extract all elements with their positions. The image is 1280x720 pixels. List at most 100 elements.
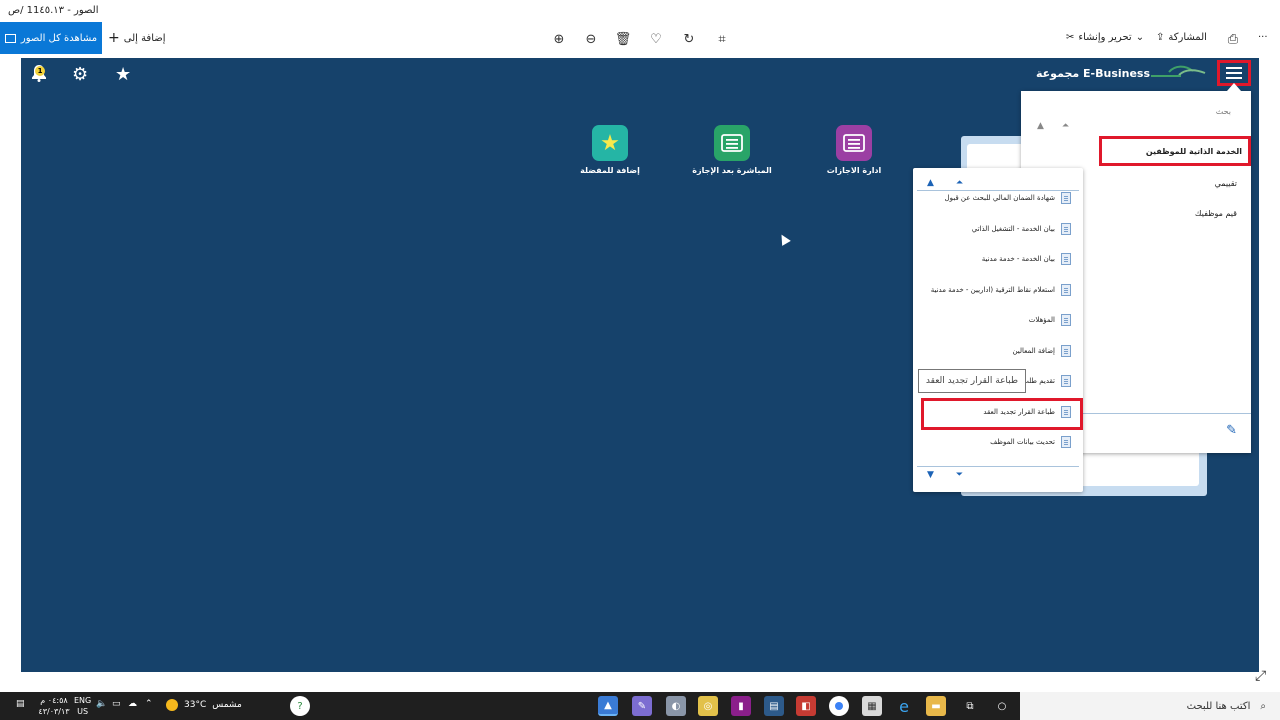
tile-add-favorite[interactable]: ★ إضافة للمفضلة [555, 125, 665, 175]
paint-app-icon[interactable]: ✎ [632, 696, 652, 716]
document-icon [1061, 436, 1071, 448]
submenu-item-print-contract-renewal[interactable]: طباعة القرار تجديد العقد [983, 406, 1071, 418]
scroll-bottom-icon[interactable]: ⏷ [956, 470, 963, 480]
brand-name: مجموعة E-Business [1036, 67, 1151, 80]
item-tooltip: طباعة القرار تجديد العقد [918, 369, 1026, 393]
onedrive-cloud-icon[interactable]: ☁ [128, 699, 137, 709]
tile-return-after-leave[interactable]: المباشرة بعد الإجازة [677, 125, 787, 175]
calculator-icon[interactable]: ▦ [862, 696, 882, 716]
fullscreen-expand-icon[interactable]: ⤢ [1255, 668, 1266, 684]
photos-viewer-window: الصور - 11٤٥.١٣ /ص مشاهدة كل الصور + إضا… [0, 0, 1280, 720]
viewer-toolbar: مشاهدة كل الصور + إضافة إلى ⊕ ⊖ 🗑 ♡ ↻ ⌗ … [0, 22, 1280, 58]
submenu-item[interactable]: استعلام نقاط الترقية (اداريين - خدمة مدن… [931, 284, 1071, 296]
rotate-icon[interactable]: ↻ [680, 30, 698, 48]
document-icon [1061, 314, 1071, 326]
panel-caret [1227, 83, 1241, 91]
favorites-star-icon[interactable]: ★ [115, 64, 131, 85]
taskbar-search-box[interactable]: اكتب هنا للبحث ⌕ [1020, 692, 1280, 720]
file-explorer-icon[interactable]: ▬ [926, 696, 946, 716]
nav-item-employee-self-service[interactable]: الخدمة الذاتية للموظفين [1099, 136, 1251, 166]
edit-create-button[interactable]: ✂ تحرير وإنشاء ⌄ [1066, 32, 1144, 43]
tile-leave-management[interactable]: ادارة الاجازات [799, 125, 909, 175]
list-document-icon [836, 125, 872, 161]
crop-icon[interactable]: ⌗ [713, 30, 731, 48]
submenu-item[interactable]: شهادة الضمان المالي للبحث عن قبول [945, 192, 1071, 204]
edit-tools-icon: ✂ [1066, 32, 1075, 43]
app-icon[interactable]: ◧ [796, 696, 816, 716]
document-icon [1061, 284, 1071, 296]
nav-item-my-evaluation[interactable]: تقييمي [1215, 179, 1237, 188]
delete-icon[interactable]: 🗑 [614, 30, 632, 48]
submenu-item[interactable]: المؤهلات [1029, 314, 1071, 326]
zoom-in-icon[interactable]: ⊕ [550, 30, 568, 48]
settings-gear-icon[interactable]: ⚙ [72, 64, 88, 85]
task-view-icon[interactable]: ⧉ [960, 696, 980, 716]
volume-icon[interactable]: 🔈 [96, 699, 107, 709]
document-icon [1061, 345, 1071, 357]
help-icon[interactable]: ? [290, 696, 310, 716]
notifications-bell-icon[interactable]: 1 [31, 64, 47, 87]
tile-label: ادارة الاجازات [826, 166, 882, 175]
scroll-up-icon[interactable]: ▲ [927, 178, 934, 188]
favorite-heart-icon[interactable]: ♡ [647, 30, 665, 48]
print-icon[interactable]: ⎙ [1224, 30, 1242, 48]
system-clock[interactable]: ٠٤:٥٨ م ٤٣/٠٣/١٣ [36, 695, 72, 717]
network-icon[interactable]: ▭ [112, 699, 121, 709]
scroll-top-icon[interactable]: ⏶ [956, 178, 963, 188]
share-icon: ⇪ [1156, 32, 1165, 43]
scroll-top-icon[interactable]: ⏶ [1062, 121, 1069, 131]
windows-taskbar: ▤ ٠٤:٥٨ م ٤٣/٠٣/١٣ ENG US 🔈 ▭ ☁ ⌃ 33°C م… [0, 692, 1280, 720]
more-options-button[interactable]: ··· [1258, 32, 1268, 43]
submenu-item[interactable]: إضافة المعالين [1012, 345, 1071, 357]
tile-label: المباشرة بعد الإجازة [692, 166, 772, 175]
submenu-item[interactable]: بيان الخدمة - التشغيل الذاتي [972, 223, 1071, 235]
app-icon[interactable]: ▮ [731, 696, 751, 716]
zoom-out-icon[interactable]: ⊖ [582, 30, 600, 48]
sun-icon [166, 699, 178, 711]
title-bar: الصور - 11٤٥.١٣ /ص [0, 0, 1280, 22]
hamburger-icon [1226, 67, 1242, 69]
tile-label: إضافة للمفضلة [580, 166, 640, 175]
show-hidden-icons-icon[interactable]: ⌃ [145, 699, 153, 709]
chrome-icon[interactable] [829, 696, 849, 716]
share-button[interactable]: ⇪ المشاركة [1156, 32, 1207, 43]
action-center-icon[interactable]: ▤ [16, 699, 25, 709]
submenu-panel: ▲ ⏶ شهادة الضمان المالي للبحث عن قبول بي… [913, 168, 1083, 492]
ebusiness-app: 1 ⚙ ★ مجموعة E-Business ★ إضافة للمفضلة … [21, 58, 1259, 672]
nav-scroll-arrows: ▲ ⏶ [1037, 121, 1069, 131]
app-icon[interactable]: ▤ [764, 696, 784, 716]
app-icon[interactable]: ◎ [698, 696, 718, 716]
cortana-circle-icon[interactable]: ○ [992, 696, 1012, 716]
ministry-logo [1151, 65, 1206, 77]
notification-count-badge: 1 [35, 66, 45, 76]
share-label: المشاركة [1168, 32, 1207, 43]
weather-widget[interactable]: 33°C مشمس [166, 699, 242, 711]
edit-pencil-icon[interactable]: ✎ [1226, 423, 1237, 438]
view-all-photos-button[interactable]: مشاهدة كل الصور [0, 22, 102, 54]
edge-browser-icon[interactable]: e [894, 696, 914, 716]
scroll-up-icon[interactable]: ▲ [1037, 121, 1044, 131]
add-to-label: إضافة إلى [123, 32, 166, 44]
mouse-cursor [777, 232, 791, 246]
add-to-button[interactable]: + إضافة إلى [108, 30, 166, 46]
view-all-label: مشاهدة كل الصور [20, 32, 98, 44]
photos-app-icon[interactable]: ▲ [598, 696, 618, 716]
submenu-scroll-top: ▲ ⏶ [927, 178, 963, 188]
photos-icon [4, 33, 16, 43]
nav-search-label[interactable]: بحث [1216, 107, 1231, 116]
chevron-down-icon: ⌄ [1135, 32, 1145, 43]
nav-item-evaluate-employees[interactable]: قيم موظفيك [1195, 209, 1237, 218]
search-icon: ⌕ [1260, 700, 1266, 712]
submenu-item[interactable]: بيان الخدمة - خدمة مدنية [982, 253, 1071, 265]
divider [917, 190, 1079, 191]
app-icon[interactable]: ◐ [666, 696, 686, 716]
edit-create-label: تحرير وإنشاء [1078, 32, 1132, 43]
star-plus-icon: ★ [592, 125, 628, 161]
language-indicator[interactable]: ENG US [74, 695, 91, 717]
submenu-item[interactable]: تقديم طلب [1022, 375, 1071, 387]
submenu-item[interactable]: تحديث بيانات الموظف [990, 436, 1071, 448]
document-icon [1061, 192, 1071, 204]
submenu-scroll-bottom: ▼ ⏷ [927, 470, 963, 480]
scroll-down-icon[interactable]: ▼ [927, 470, 934, 480]
window-title: الصور - 11٤٥.١٣ /ص [8, 5, 99, 16]
